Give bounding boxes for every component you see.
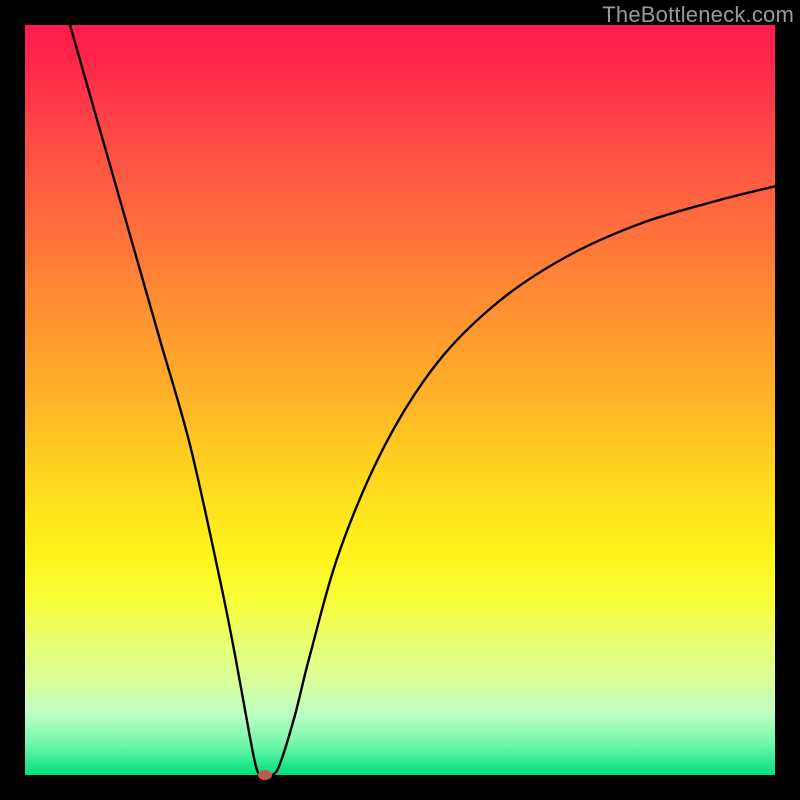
plot-area [25,25,775,775]
bottleneck-curve [70,25,775,775]
minimum-marker [258,770,272,780]
curve-svg [25,25,775,775]
chart-stage: TheBottleneck.com [0,0,800,800]
